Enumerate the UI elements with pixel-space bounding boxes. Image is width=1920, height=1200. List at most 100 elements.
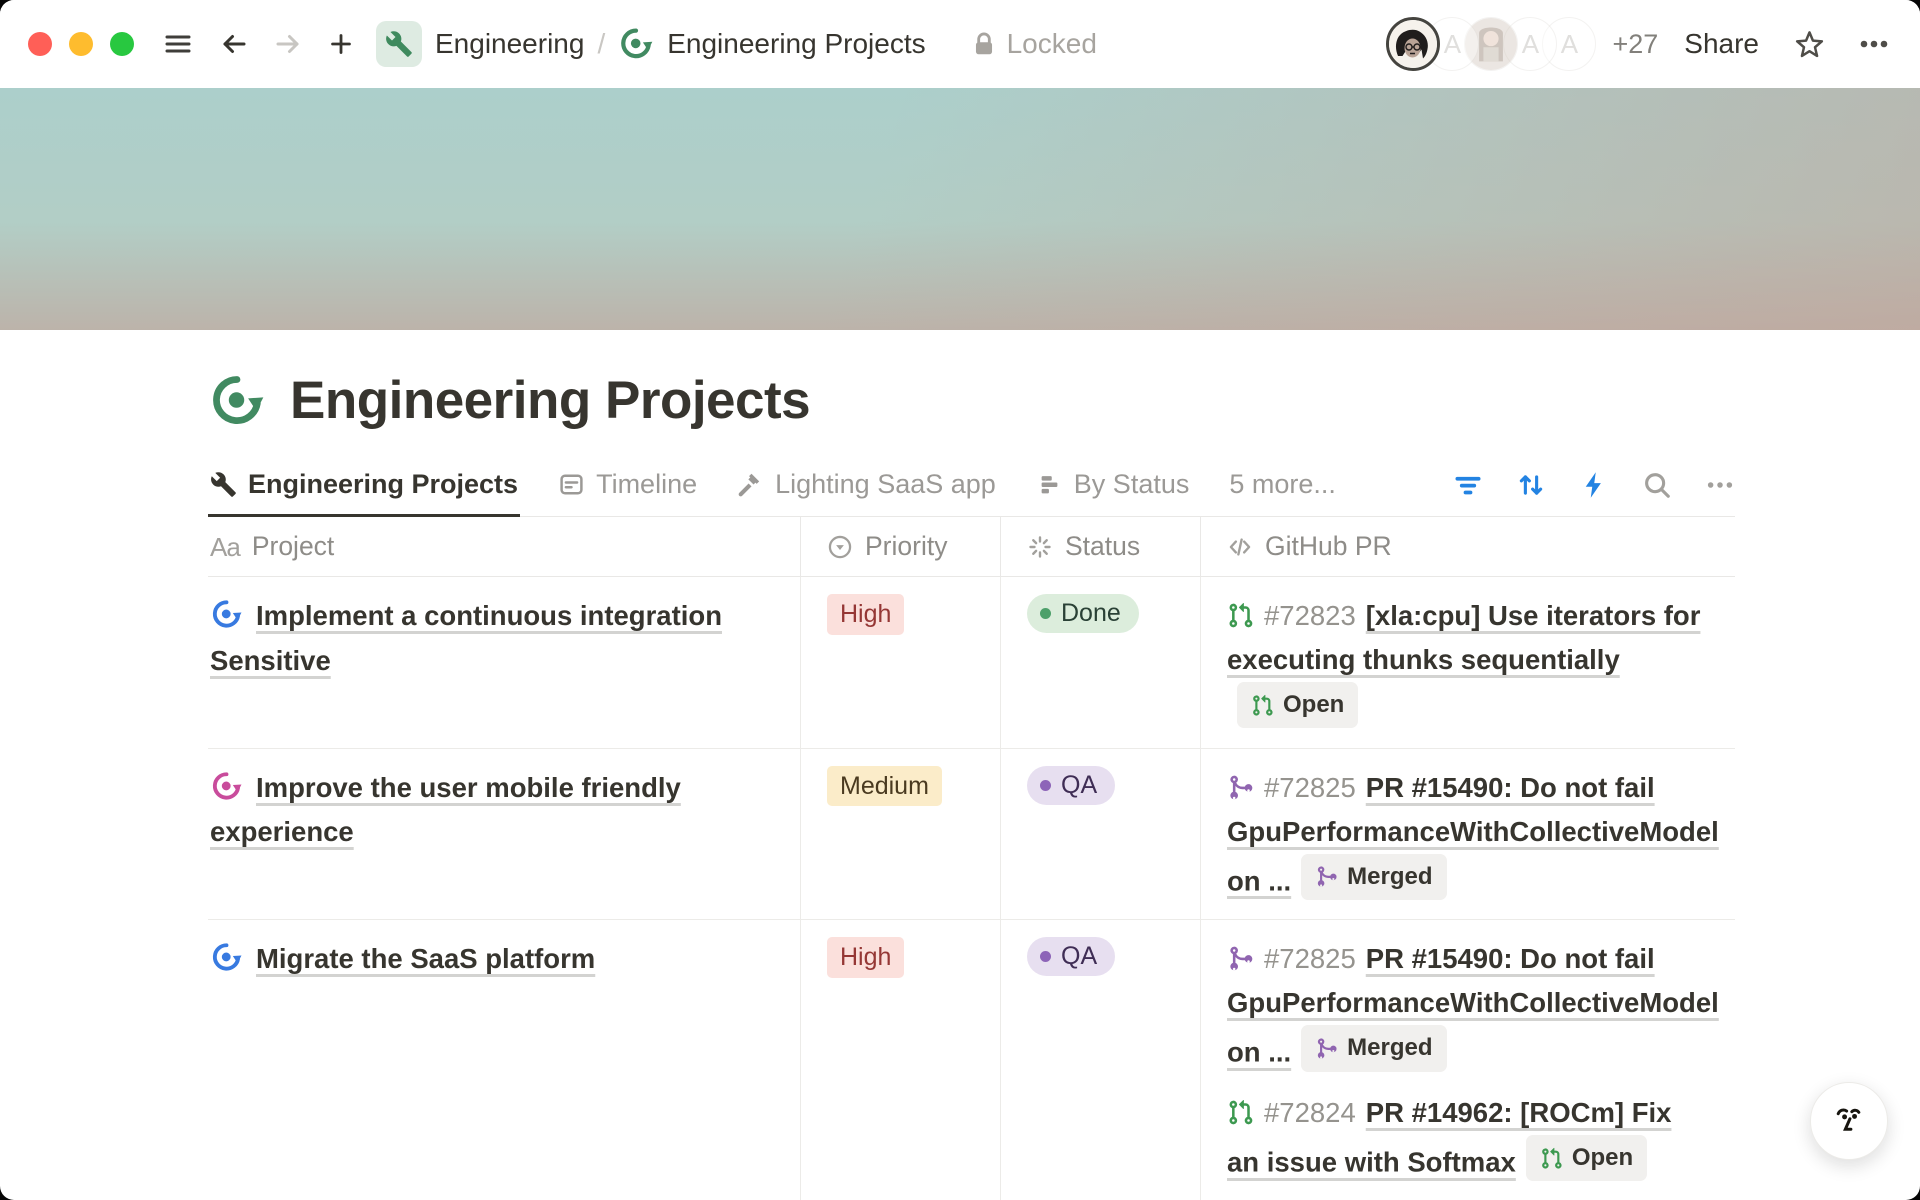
- page-icon-cycle[interactable]: [208, 372, 266, 430]
- tab-engineering-projects[interactable]: Engineering Projects: [208, 469, 520, 517]
- column-header-project[interactable]: Aa Project: [208, 517, 800, 576]
- cycle-icon: [210, 770, 243, 803]
- status-cell[interactable]: Done: [1000, 577, 1200, 748]
- title-row: Engineering Projects: [208, 370, 1735, 431]
- pr-number: #72823: [1264, 600, 1356, 631]
- sort-view-button[interactable]: [1516, 470, 1546, 500]
- pr-state-label: Open: [1283, 686, 1344, 724]
- priority-tag[interactable]: High: [827, 594, 904, 635]
- sort-icon: [1516, 470, 1546, 500]
- favorite-button[interactable]: [1793, 28, 1826, 61]
- project-cell: Migrate the SaaS platform: [208, 920, 800, 1200]
- status-property-icon: [1027, 534, 1053, 560]
- hammer-icon: [737, 471, 764, 498]
- breadcrumb-parent[interactable]: Engineering: [435, 28, 584, 60]
- status-cell[interactable]: QA: [1000, 749, 1200, 920]
- git-merge-icon: [1315, 865, 1338, 888]
- tab-label: Timeline: [596, 469, 697, 500]
- project-link[interactable]: Implement a continuous integration Sensi…: [210, 600, 722, 676]
- pr-number: #72825: [1264, 943, 1356, 974]
- plus-icon: [326, 29, 356, 59]
- pr-state-label: Merged: [1347, 858, 1432, 896]
- status-label: Done: [1061, 599, 1121, 628]
- pr-state-badge[interactable]: Open: [1237, 682, 1358, 728]
- new-tab-button[interactable]: [326, 29, 356, 59]
- more-view-button[interactable]: [1705, 470, 1735, 500]
- sidebar-menu-button[interactable]: [162, 28, 194, 60]
- notion-window: Engineering / Engineering Projects Locke…: [0, 0, 1920, 1200]
- star-icon: [1793, 28, 1826, 61]
- priority-cell[interactable]: High: [800, 920, 1000, 1200]
- breadcrumb-parent-icon-badge[interactable]: [376, 21, 422, 67]
- search-icon: [1642, 470, 1672, 500]
- share-button[interactable]: Share: [1684, 28, 1759, 60]
- page-title[interactable]: Engineering Projects: [290, 370, 810, 431]
- github-pr-cell: #72823[xla:cpu] Use iterators for execut…: [1200, 577, 1735, 748]
- filter-view-button[interactable]: [1453, 470, 1483, 500]
- cycle-icon: [618, 26, 654, 62]
- more-dots-icon: [1858, 28, 1890, 60]
- status-tag[interactable]: QA: [1027, 766, 1115, 805]
- priority-tag[interactable]: High: [827, 937, 904, 978]
- forward-arrow-icon: [272, 28, 304, 60]
- breadcrumb-current[interactable]: Engineering Projects: [667, 28, 925, 60]
- column-header-status[interactable]: Status: [1000, 517, 1200, 576]
- pr-state-label: Merged: [1347, 1029, 1432, 1067]
- locked-indicator[interactable]: Locked: [972, 28, 1097, 60]
- locked-label: Locked: [1007, 28, 1097, 60]
- wrench-icon: [210, 471, 237, 498]
- hamburger-icon: [162, 28, 194, 60]
- cover-image: [0, 88, 1920, 330]
- priority-tag[interactable]: Medium: [827, 766, 942, 807]
- priority-cell[interactable]: High: [800, 577, 1000, 748]
- status-cell[interactable]: QA: [1000, 920, 1200, 1200]
- filter-icon: [1453, 470, 1483, 500]
- text-property-icon: Aa: [210, 534, 240, 560]
- table-row: Improve the user mobile friendly experie…: [208, 749, 1735, 921]
- back-button[interactable]: [218, 28, 250, 60]
- lock-icon: [972, 31, 996, 57]
- bar-chart-icon: [1036, 471, 1063, 498]
- minimize-window-button[interactable]: [69, 32, 93, 56]
- git-pr-icon: [1251, 694, 1274, 717]
- more-icon: [1705, 470, 1735, 500]
- git-pr-icon: [1227, 1095, 1254, 1122]
- project-link[interactable]: Improve the user mobile friendly experie…: [210, 772, 681, 848]
- close-window-button[interactable]: [28, 32, 52, 56]
- tab-lighting-saas-app[interactable]: Lighting SaaS app: [735, 469, 998, 517]
- column-header-github-pr[interactable]: GitHub PR: [1200, 517, 1735, 576]
- project-link[interactable]: Migrate the SaaS platform: [256, 943, 595, 974]
- pr-entry: #72825PR #15490: Do not fail GpuPerforma…: [1227, 766, 1709, 904]
- breadcrumb-separator: /: [597, 28, 605, 60]
- tab-5-more[interactable]: 5 more...: [1227, 469, 1338, 517]
- git-merge-icon: [1227, 941, 1254, 968]
- select-property-icon: [827, 534, 853, 560]
- github-pr-cell: #72825PR #15490: Do not fail GpuPerforma…: [1200, 920, 1735, 1200]
- pr-number: #72825: [1264, 772, 1356, 803]
- status-tag[interactable]: QA: [1027, 937, 1115, 976]
- view-tabs: Engineering Projects Timeline Lighting Saa…: [208, 469, 1374, 516]
- pr-state-badge[interactable]: Merged: [1301, 854, 1446, 900]
- search-view-button[interactable]: [1642, 470, 1672, 500]
- priority-cell[interactable]: Medium: [800, 749, 1000, 920]
- notion-ai-button[interactable]: [1810, 1082, 1888, 1160]
- avatar-overflow-count[interactable]: +27: [1612, 29, 1658, 60]
- pr-state-badge[interactable]: Open: [1526, 1135, 1647, 1181]
- status-tag[interactable]: Done: [1027, 594, 1139, 633]
- tab-label: 5 more...: [1229, 469, 1336, 500]
- window-controls: [28, 32, 134, 56]
- project-cell: Implement a continuous integration Sensi…: [208, 577, 800, 748]
- pr-state-badge[interactable]: Merged: [1301, 1025, 1446, 1071]
- tab-by-status[interactable]: By Status: [1034, 469, 1192, 517]
- forward-button[interactable]: [272, 28, 304, 60]
- tab-timeline[interactable]: Timeline: [556, 469, 699, 517]
- code-property-icon: [1227, 534, 1253, 560]
- timeline-icon: [558, 471, 585, 498]
- zoom-window-button[interactable]: [110, 32, 134, 56]
- page-options-button[interactable]: [1858, 28, 1890, 60]
- column-header-priority[interactable]: Priority: [800, 517, 1000, 576]
- status-label: QA: [1061, 771, 1097, 800]
- zap-view-button[interactable]: [1579, 470, 1609, 500]
- column-label: Project: [252, 531, 334, 562]
- zap-icon: [1579, 470, 1609, 500]
